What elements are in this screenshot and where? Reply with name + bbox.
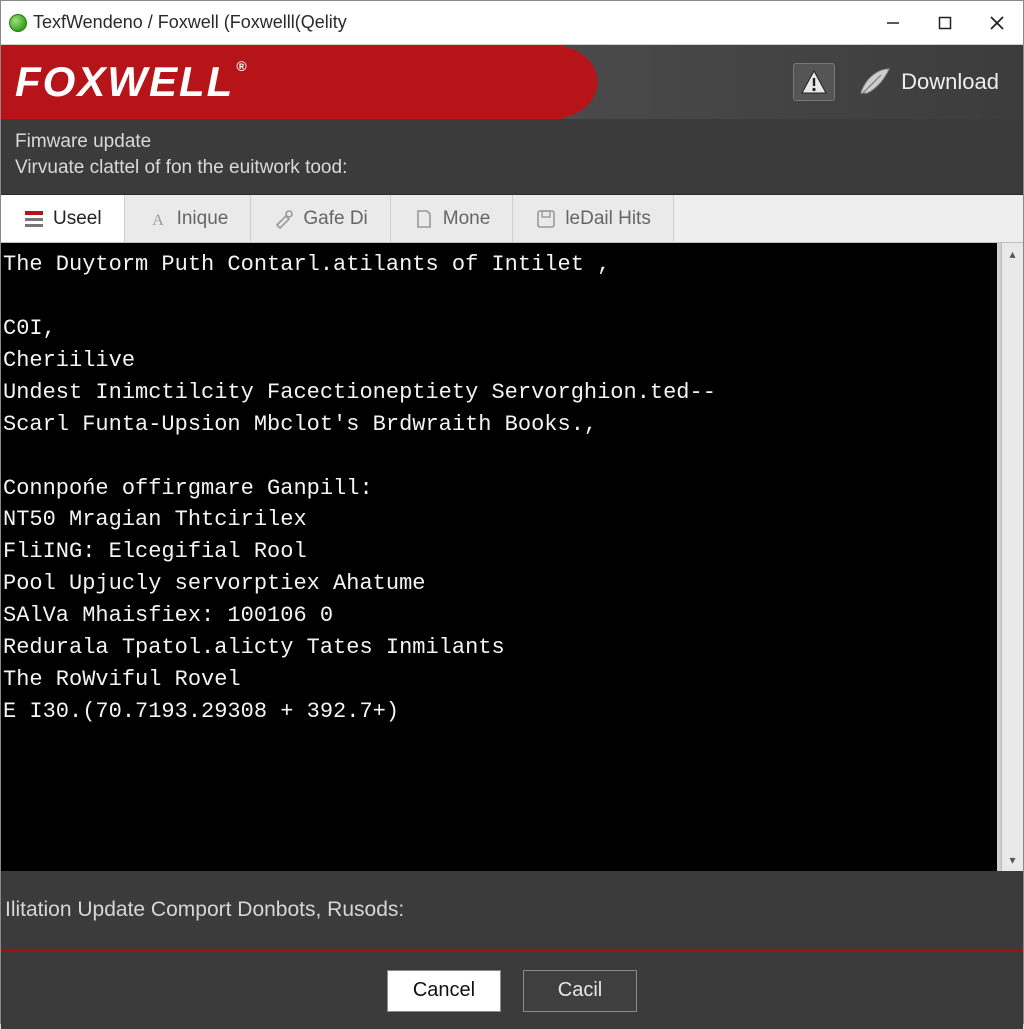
close-button[interactable] xyxy=(971,1,1023,44)
sub-description: Fimware update Virvuate clattel of fon t… xyxy=(1,119,1023,195)
alert-icon[interactable] xyxy=(793,63,835,101)
sub-description-text: Virvuate clattel of fon the euitwork too… xyxy=(15,155,1007,181)
tab-ledailhits[interactable]: leDail Hits xyxy=(513,195,674,242)
feather-icon xyxy=(857,67,891,97)
tab-label: Inique xyxy=(177,208,229,230)
download-button[interactable]: Download xyxy=(857,67,999,97)
registered-mark: ® xyxy=(236,58,248,74)
tool-icon xyxy=(273,208,295,230)
brand-logo: FOXWELL® xyxy=(15,58,249,106)
tab-label: Useel xyxy=(53,208,102,230)
save-icon xyxy=(535,208,557,230)
scroll-up-arrow[interactable]: ▴ xyxy=(1002,243,1023,265)
svg-text:A: A xyxy=(152,212,164,229)
tab-inique[interactable]: A Inique xyxy=(125,195,252,242)
titlebar: TexfWendeno / Foxwell (Foxwelll(Qelity xyxy=(1,1,1023,45)
content-area: The Duytorm Puth Contarl.atilants of Int… xyxy=(1,243,1023,871)
brand-logo-text: FOXWELL xyxy=(15,58,234,106)
tab-strip: Useel A Inique Gafe Di Mone leDail Hits xyxy=(1,195,1023,243)
window-controls xyxy=(867,1,1023,44)
download-label: Download xyxy=(901,69,999,95)
status-text: Ilitation Update Comport Donbots, Rusods… xyxy=(5,898,404,922)
secondary-button[interactable]: Cacil xyxy=(523,970,637,1012)
app-window: TexfWendeno / Foxwell (Foxwelll(Qelity F… xyxy=(0,0,1024,1024)
tab-useel[interactable]: Useel xyxy=(1,195,125,242)
tab-gafedi[interactable]: Gafe Di xyxy=(251,195,390,242)
scroll-down-arrow[interactable]: ▾ xyxy=(1002,849,1023,871)
letter-a-icon: A xyxy=(147,208,169,230)
status-line: Ilitation Update Comport Donbots, Rusods… xyxy=(1,871,1023,949)
minimize-button[interactable] xyxy=(867,1,919,44)
tab-mone[interactable]: Mone xyxy=(391,195,514,242)
scrollbar[interactable]: ▴ ▾ xyxy=(1001,243,1023,871)
app-icon xyxy=(9,14,27,32)
list-icon xyxy=(23,208,45,230)
console-output[interactable]: The Duytorm Puth Contarl.atilants of Int… xyxy=(1,243,1001,871)
maximize-button[interactable] xyxy=(919,1,971,44)
window-title: TexfWendeno / Foxwell (Foxwelll(Qelity xyxy=(33,12,347,33)
sub-description-title: Fimware update xyxy=(15,129,1007,155)
cancel-button[interactable]: Cancel xyxy=(387,970,501,1012)
page-icon xyxy=(413,208,435,230)
tab-label: leDail Hits xyxy=(565,208,651,230)
scroll-track[interactable] xyxy=(1002,265,1023,849)
footer: Cancel Cacil xyxy=(1,949,1023,1029)
tab-label: Gafe Di xyxy=(303,208,367,230)
tab-label: Mone xyxy=(443,208,491,230)
brand-band: FOXWELL® Download xyxy=(1,45,1023,119)
